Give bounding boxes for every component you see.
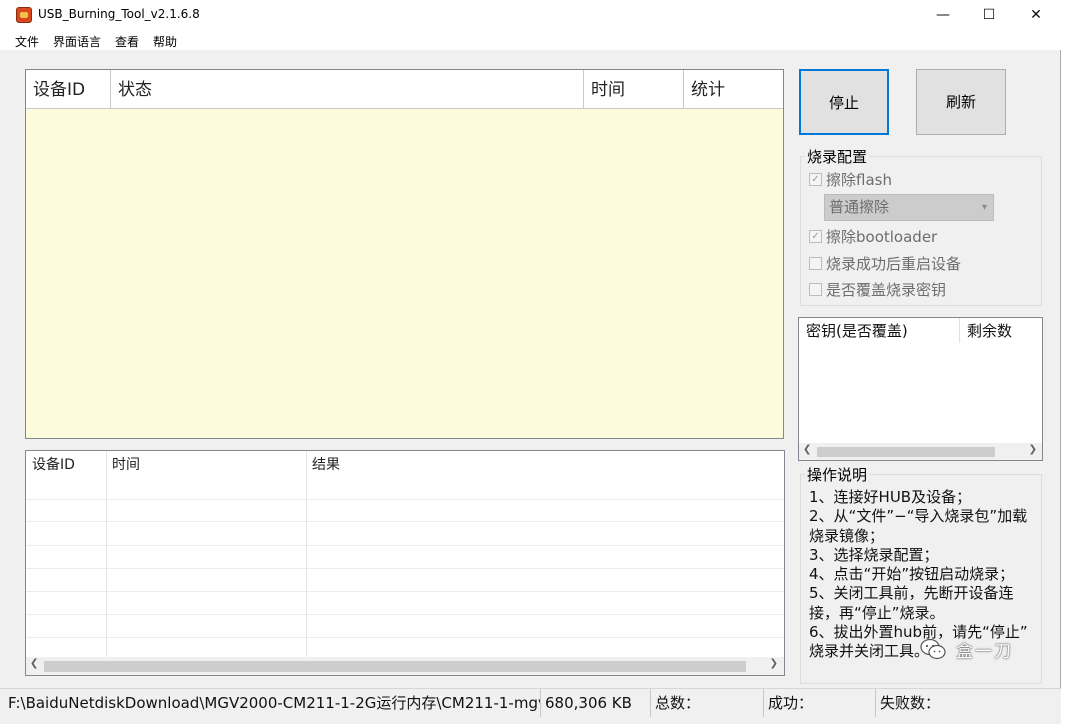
- status-bar: F:\BaiduNetdiskDownload\MGV2000-CM211-1-…: [0, 688, 1061, 724]
- column-device-id[interactable]: 设备ID: [26, 70, 111, 109]
- app-window: USB_Burning_Tool_v2.1.6.8 — ☐ ✕ 文件 界面语言 …: [0, 0, 1061, 724]
- stop-button[interactable]: 停止: [799, 69, 889, 135]
- device-status-list[interactable]: 设备ID 状态 时间 统计: [25, 69, 784, 439]
- scrollbar-thumb[interactable]: [817, 447, 995, 457]
- erase-bootloader-label: 擦除bootloader: [826, 228, 938, 246]
- burn-result-list[interactable]: 设备ID 时间 结果 ❮ ❯: [25, 450, 785, 676]
- scroll-right-icon[interactable]: ❯: [1029, 444, 1037, 455]
- grid-line: [26, 545, 784, 546]
- grid-line: [26, 568, 784, 569]
- refresh-button[interactable]: 刷新: [916, 69, 1006, 135]
- close-button[interactable]: ✕: [1013, 0, 1059, 31]
- instruction-line: 2、从“文件”−“导入烧录包”加载: [809, 507, 1028, 526]
- status-total: 总数：: [651, 689, 764, 717]
- wechat-icon: [920, 638, 946, 660]
- menu-bar: 文件 界面语言 查看 帮助: [0, 31, 1061, 50]
- app-icon: [16, 7, 32, 23]
- instruction-line: 1、连接好HUB及设备；: [809, 488, 972, 506]
- result-column-device-id[interactable]: 设备ID: [26, 451, 106, 478]
- result-column-time[interactable]: 时间: [106, 451, 306, 478]
- watermark-text: 盒一刀: [956, 642, 1013, 662]
- menu-file[interactable]: 文件: [15, 33, 39, 50]
- erase-flash-label: 擦除flash: [826, 171, 892, 189]
- scroll-right-icon[interactable]: ❯: [770, 658, 778, 669]
- checkbox-checked-icon[interactable]: ✓: [809, 173, 822, 186]
- result-column-result[interactable]: 结果: [306, 451, 776, 478]
- menu-help[interactable]: 帮助: [153, 33, 177, 50]
- minimize-button[interactable]: —: [920, 0, 966, 31]
- erase-mode-select[interactable]: 普通擦除 ▾: [824, 194, 994, 221]
- scroll-left-icon[interactable]: ❮: [30, 658, 38, 669]
- grid-line: [26, 591, 784, 592]
- instructions-title: 操作说明: [805, 464, 870, 485]
- grid-line: [26, 521, 784, 522]
- window-title: USB_Burning_Tool_v2.1.6.8: [38, 7, 200, 21]
- status-fail: 失败数：: [880, 694, 941, 712]
- column-divider: [106, 451, 107, 657]
- status-package-size: 680,306 KB: [541, 689, 651, 717]
- erase-mode-value: 普通擦除: [829, 198, 890, 216]
- key-horizontal-scrollbar[interactable]: ❮ ❯: [799, 443, 1042, 460]
- instruction-line: 接，再“停止”烧录。: [809, 603, 945, 622]
- checkbox-unchecked-icon[interactable]: [809, 257, 822, 270]
- grid-line: [26, 637, 784, 638]
- instructions-text: 1、连接好HUB及设备； 2、从“文件”−“导入烧录包”加载 烧录镜像； 3、选…: [809, 488, 1041, 662]
- key-list[interactable]: 密钥(是否覆盖) 剩余数 ❮ ❯: [798, 317, 1043, 461]
- grid-line: [26, 499, 784, 500]
- scrollbar-thumb[interactable]: [44, 661, 746, 672]
- instruction-line: 烧录镜像；: [809, 526, 885, 545]
- key-column-remaining[interactable]: 剩余数: [960, 318, 1042, 343]
- title-bar[interactable]: USB_Burning_Tool_v2.1.6.8 — ☐ ✕: [0, 0, 1061, 31]
- scroll-left-icon[interactable]: ❮: [803, 444, 811, 455]
- status-success: 成功：: [764, 689, 876, 717]
- device-status-header: 设备ID 状态 时间 统计: [26, 70, 783, 109]
- menu-language[interactable]: 界面语言: [53, 33, 101, 50]
- burn-config-title: 烧录配置: [805, 146, 870, 167]
- chevron-down-icon: ▾: [981, 202, 987, 213]
- maximize-button[interactable]: ☐: [966, 0, 1012, 31]
- instruction-line: 5、关闭工具前，先断开设备连: [809, 584, 1014, 603]
- column-divider: [306, 451, 307, 657]
- key-column-key[interactable]: 密钥(是否覆盖): [799, 318, 960, 343]
- reboot-after-success-label: 烧录成功后重启设备: [826, 255, 962, 273]
- instruction-line: 4、点击“开始”按钮启动烧录；: [809, 565, 1015, 584]
- instruction-line: 3、选择烧录配置；: [809, 545, 939, 564]
- status-package-path: F:\BaiduNetdiskDownload\MGV2000-CM211-1-…: [4, 689, 541, 717]
- menu-view[interactable]: 查看: [115, 33, 139, 50]
- result-horizontal-scrollbar[interactable]: ❮ ❯: [26, 657, 784, 675]
- column-stats[interactable]: 统计: [684, 70, 783, 109]
- column-time[interactable]: 时间: [584, 70, 684, 109]
- checkbox-checked-icon[interactable]: ✓: [809, 230, 822, 243]
- overwrite-key-label: 是否覆盖烧录密钥: [826, 281, 947, 299]
- column-status[interactable]: 状态: [111, 70, 584, 109]
- grid-line: [26, 614, 784, 615]
- checkbox-unchecked-icon[interactable]: [809, 283, 822, 296]
